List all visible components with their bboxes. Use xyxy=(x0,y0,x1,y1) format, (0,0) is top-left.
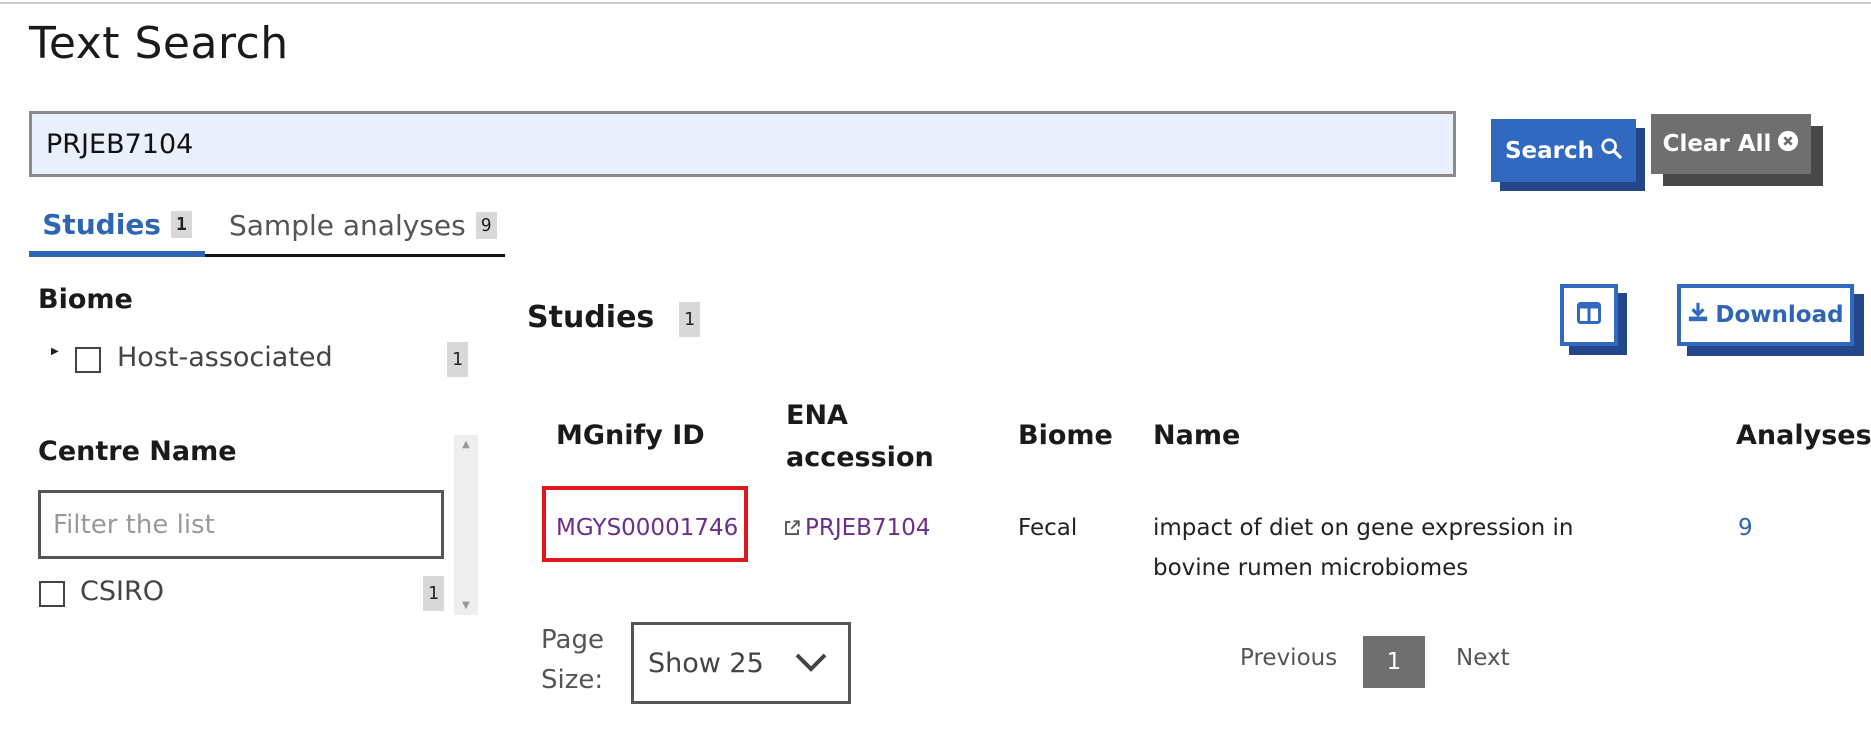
search-input[interactable] xyxy=(32,114,1453,174)
search-field[interactable] xyxy=(29,111,1456,177)
top-divider xyxy=(0,2,1871,4)
tab-sample-analyses-label: Sample analyses xyxy=(229,209,466,242)
search-icon xyxy=(1600,137,1622,165)
pagination-next[interactable]: Next xyxy=(1456,645,1510,671)
page-size-select[interactable]: Show 25 xyxy=(631,622,851,704)
results-title: Studies xyxy=(527,300,655,335)
tab-studies-label: Studies xyxy=(42,207,161,241)
centre-name-facet-title: Centre Name xyxy=(38,436,237,467)
page-size-label: Page Size: xyxy=(541,625,604,695)
page-title: Text Search xyxy=(29,18,289,69)
column-header-analyses[interactable]: Analyses xyxy=(1736,415,1871,457)
external-link-icon xyxy=(783,510,801,550)
download-button[interactable]: Download xyxy=(1677,284,1854,346)
study-name-cell: impact of diet on gene expression in bov… xyxy=(1153,515,1574,581)
page-size-value: Show 25 xyxy=(648,647,764,679)
ena-accession-cell: PRJEB7104 xyxy=(783,508,930,550)
column-header-name[interactable]: Name xyxy=(1153,415,1240,457)
column-toggle-button[interactable] xyxy=(1560,284,1618,346)
column-header-biome[interactable]: Biome xyxy=(1018,415,1113,457)
tab-sample-analyses[interactable]: Sample analyses 9 xyxy=(229,197,497,254)
biome-host-associated-checkbox[interactable] xyxy=(75,347,101,373)
mgnify-id-link[interactable]: MGYS00001746 xyxy=(556,515,738,541)
centre-csiro-label: CSIRO xyxy=(80,576,164,607)
analyses-cell: 9 xyxy=(1738,508,1753,548)
ena-accession-link[interactable]: PRJEB7104 xyxy=(805,515,930,541)
scroll-up-icon[interactable]: ▲ xyxy=(454,439,478,450)
biome-host-associated-label: Host-associated xyxy=(117,342,333,373)
analyses-count-link[interactable]: 9 xyxy=(1738,515,1753,541)
scroll-down-icon[interactable]: ▼ xyxy=(454,600,478,611)
centre-csiro-checkbox[interactable] xyxy=(39,581,65,607)
chevron-down-icon xyxy=(794,648,828,679)
download-icon xyxy=(1687,301,1709,329)
clear-all-label: Clear All xyxy=(1662,131,1772,157)
biome-cell: Fecal xyxy=(1018,515,1078,541)
search-button-label: Search xyxy=(1504,137,1595,164)
column-header-mgnify-id[interactable]: MGnify ID xyxy=(556,415,705,457)
table-row: MGYS00001746 xyxy=(556,508,738,548)
centre-csiro-count: 1 xyxy=(423,576,444,611)
tab-sample-analyses-count: 9 xyxy=(475,212,497,239)
close-circle-icon xyxy=(1777,130,1799,158)
tab-studies[interactable]: Studies 1 xyxy=(29,197,205,257)
biome-facet-title: Biome xyxy=(38,284,133,315)
centre-list-scrollbar[interactable]: ▲ ▼ xyxy=(454,435,478,615)
clear-all-button[interactable]: Clear All xyxy=(1651,114,1811,174)
biome-host-associated-count: 1 xyxy=(447,342,468,377)
expand-caret-icon[interactable]: ▶ xyxy=(51,346,59,357)
download-label: Download xyxy=(1715,302,1844,328)
pagination-previous[interactable]: Previous xyxy=(1240,645,1337,671)
results-count: 1 xyxy=(679,302,700,337)
columns-icon xyxy=(1577,302,1601,328)
centre-filter-field[interactable] xyxy=(38,490,444,559)
centre-filter-input[interactable] xyxy=(41,493,441,556)
pagination-current-page[interactable]: 1 xyxy=(1363,636,1425,688)
search-button[interactable]: Search xyxy=(1491,119,1636,182)
column-header-ena-accession[interactable]: ENA accession xyxy=(786,395,946,479)
tab-studies-count: 1 xyxy=(170,210,192,238)
result-tabs: Studies 1 Sample analyses 9 xyxy=(29,197,505,257)
